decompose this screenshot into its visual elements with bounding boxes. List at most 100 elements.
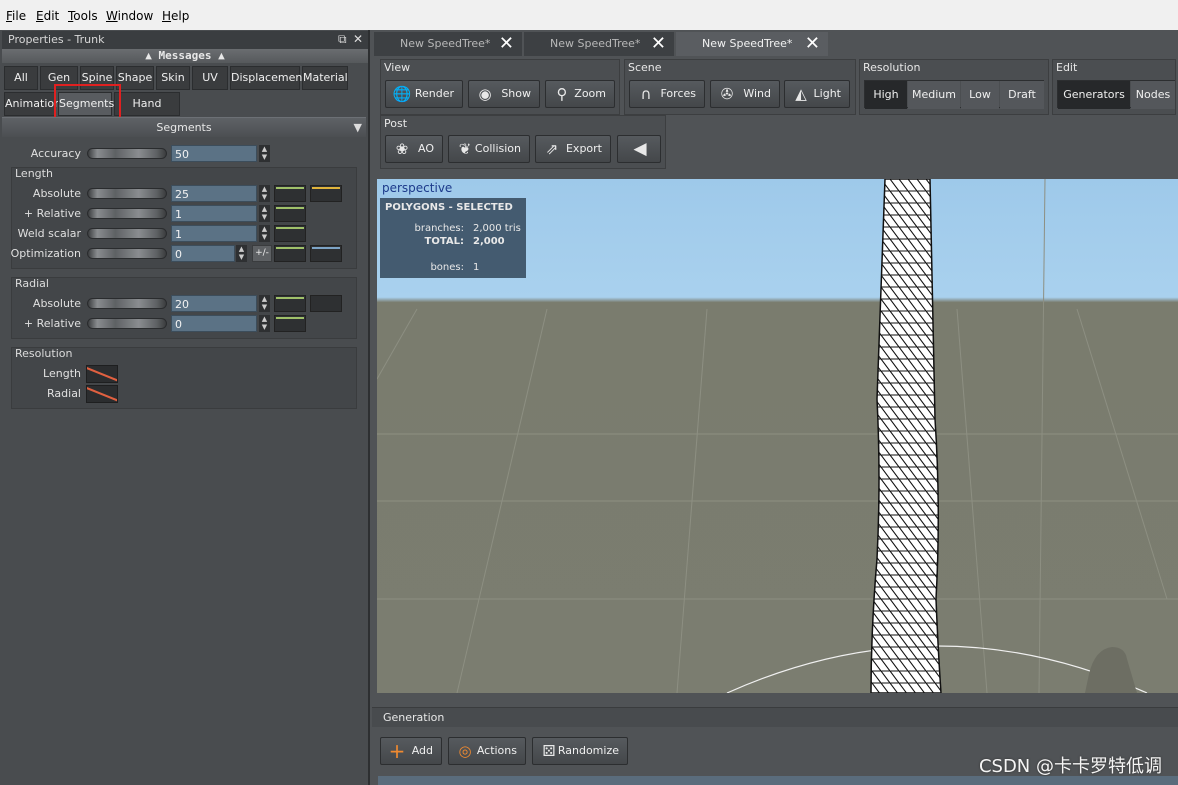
messages-bar[interactable]: ▲ Messages ▲ — [2, 49, 368, 63]
optimization-slider[interactable] — [87, 248, 167, 259]
magnet-icon: ∩ — [640, 85, 652, 103]
radial-absolute-spin[interactable]: ▲ ▼ — [259, 295, 270, 312]
resolution-radial-curve[interactable] — [86, 385, 118, 403]
tab-uv[interactable]: UV — [192, 66, 228, 90]
weld-scalar-spin[interactable]: ▲ ▼ — [259, 225, 270, 242]
nodes-button[interactable]: Nodes — [1131, 81, 1175, 109]
zoom-button[interactable]: ⚲ Zoom — [545, 80, 615, 108]
section-header-segments[interactable]: Segments ▼ — [2, 117, 366, 137]
close-tab-icon[interactable]: ✕ — [651, 32, 666, 56]
export-icon: ⇗ — [545, 140, 559, 158]
add-button[interactable]: + Add — [380, 737, 442, 765]
tab-material[interactable]: Material — [302, 66, 348, 90]
resolution-radial-label: Radial — [47, 387, 81, 400]
optimization-label: Optimization — [10, 247, 81, 260]
render-button[interactable]: 🌐 Render — [385, 80, 463, 108]
radial-relative-field[interactable]: 0 — [171, 315, 257, 332]
doc-tab-label: New SpeedTree* — [702, 37, 793, 50]
tab-shape[interactable]: Shape — [116, 66, 154, 90]
radial-absolute-curve-b[interactable] — [310, 295, 342, 312]
panel-title: Properties - Trunk — [8, 33, 105, 46]
post-group: Post ❀ AO ❦ Collision ⇗ Export ◀ — [380, 115, 666, 169]
weld-scalar-field[interactable]: 1 — [171, 225, 257, 242]
forces-button[interactable]: ∩ Forces — [629, 80, 705, 108]
menu-file[interactable]: File — [6, 9, 26, 23]
doc-tab-2[interactable]: New SpeedTree* ✕ — [524, 32, 674, 56]
weld-scalar-curve[interactable] — [274, 225, 306, 242]
close-tab-icon[interactable]: ✕ — [499, 32, 514, 56]
plus-icon: + — [388, 739, 406, 763]
total-value: 2,000 — [473, 236, 505, 247]
back-arrow-button[interactable]: ◀ — [617, 135, 661, 163]
collision-button[interactable]: ❦ Collision — [448, 135, 530, 163]
doc-tab-3[interactable]: New SpeedTree* ✕ — [676, 32, 828, 56]
optimization-plus-minus-button[interactable]: +/- — [252, 245, 272, 262]
bones-value: 1 — [473, 262, 480, 273]
accuracy-field[interactable]: 50 — [171, 145, 257, 162]
viewport-label: perspective — [382, 181, 453, 195]
menu-tools[interactable]: Tools — [68, 9, 98, 23]
length-relative-slider[interactable] — [87, 208, 167, 219]
radial-absolute-label: Absolute — [32, 297, 81, 310]
menu-edit[interactable]: Edit — [36, 9, 59, 23]
radial-relative-spin[interactable]: ▲ ▼ — [259, 315, 270, 332]
tab-animation[interactable]: Animation — [4, 92, 61, 116]
radial-absolute-slider[interactable] — [87, 298, 167, 309]
resolution-segmented: High Medium Low Draft — [864, 80, 1044, 109]
radial-relative-curve[interactable] — [274, 315, 306, 332]
resolution-length-curve[interactable] — [86, 365, 118, 383]
length-absolute-field[interactable]: 25 — [171, 185, 257, 202]
menu-help[interactable]: Help — [162, 9, 189, 23]
medium-button[interactable]: Medium — [908, 81, 960, 109]
length-relative-spin[interactable]: ▲ ▼ — [259, 205, 270, 222]
close-icon[interactable]: ✕ — [353, 32, 363, 46]
show-button[interactable]: ◉ Show — [468, 80, 540, 108]
length-relative-label: + Relative — [23, 207, 81, 220]
weld-scalar-slider[interactable] — [87, 228, 167, 239]
tab-skin[interactable]: Skin — [156, 66, 190, 90]
length-group-title: Length — [15, 167, 53, 180]
tab-displacement[interactable]: Displacement — [230, 66, 307, 90]
length-absolute-curve-b[interactable] — [310, 185, 342, 202]
float-icon[interactable]: ⧉ — [338, 32, 347, 47]
menu-window[interactable]: Window — [106, 9, 153, 23]
low-button[interactable]: Low — [961, 81, 999, 109]
close-tab-icon[interactable]: ✕ — [805, 32, 820, 56]
actions-button[interactable]: ◎ Actions — [448, 737, 526, 765]
accuracy-spin[interactable]: ▲ ▼ — [259, 145, 270, 162]
randomize-button[interactable]: ⚄ Randomize — [532, 737, 628, 765]
export-button[interactable]: ⇗ Export — [535, 135, 611, 163]
tab-hand-drawn[interactable]: Hand Drawn — [114, 92, 180, 132]
length-absolute-curve-a[interactable] — [274, 185, 306, 202]
length-absolute-slider[interactable] — [87, 188, 167, 199]
spotlight-icon: ◭ — [795, 85, 807, 103]
high-button[interactable]: High — [865, 81, 907, 109]
segments-highlight-box — [54, 84, 121, 119]
doc-tab-1[interactable]: New SpeedTree* ✕ — [374, 32, 522, 56]
ao-button[interactable]: ❀ AO — [385, 135, 443, 163]
accuracy-slider[interactable] — [87, 148, 167, 159]
length-relative-field[interactable]: 1 — [171, 205, 257, 222]
left-arrow-icon: ◀ — [633, 139, 647, 159]
wind-button[interactable]: ✇ Wind — [710, 80, 780, 108]
radial-relative-label: + Relative — [23, 317, 81, 330]
optimization-field[interactable]: 0 — [171, 245, 235, 262]
draft-button[interactable]: Draft — [1000, 81, 1044, 109]
optimization-curve-b[interactable] — [310, 245, 342, 262]
generators-button[interactable]: Generators — [1058, 81, 1130, 109]
radial-absolute-field[interactable]: 20 — [171, 295, 257, 312]
light-button[interactable]: ◭ Light — [784, 80, 850, 108]
watermark: CSDN @卡卡罗特低调 — [978, 756, 1162, 777]
radial-absolute-curve-a[interactable] — [274, 295, 306, 312]
dice-icon: ⚄ — [542, 742, 556, 760]
optimization-curve-a[interactable] — [274, 245, 306, 262]
length-absolute-spin[interactable]: ▲ ▼ — [259, 185, 270, 202]
length-relative-curve[interactable] — [274, 205, 306, 222]
3d-viewport[interactable]: perspective POLYGONS - SELECTED branches… — [377, 179, 1178, 693]
radial-relative-slider[interactable] — [87, 318, 167, 329]
dropdown-arrow-icon[interactable]: ▼ — [354, 118, 362, 137]
generation-title: Generation — [383, 711, 445, 724]
tab-all[interactable]: All — [4, 66, 38, 90]
panel-title-bar: Properties - Trunk ⧉ ✕ — [2, 31, 368, 49]
optimization-spin[interactable]: ▲ ▼ — [236, 245, 247, 262]
